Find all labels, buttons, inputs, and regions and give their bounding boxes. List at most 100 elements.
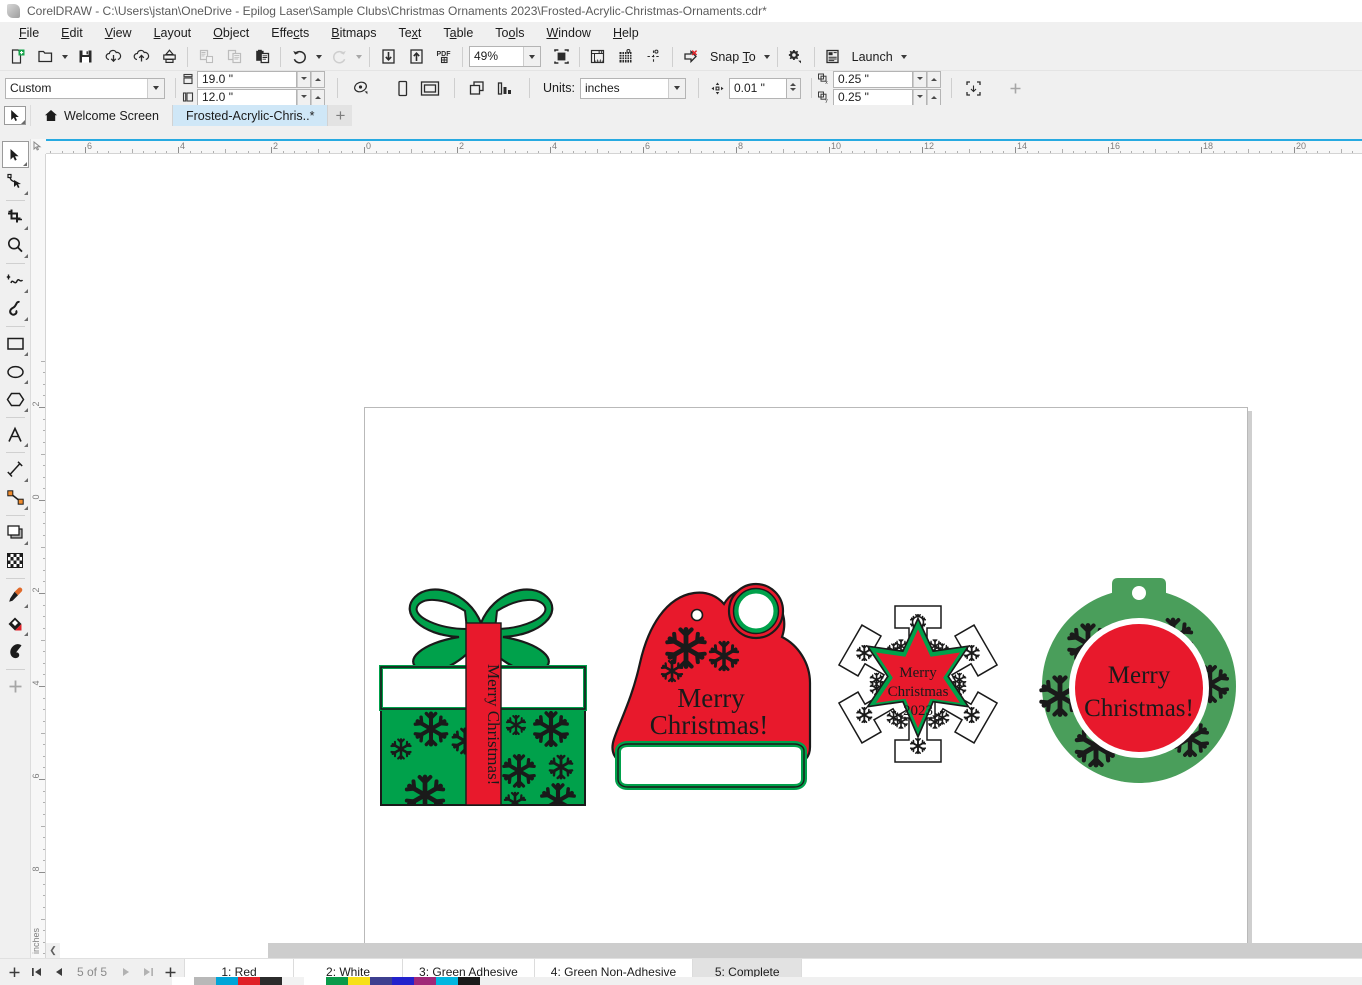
palette-swatch[interactable] <box>392 977 414 985</box>
launch-dropdown[interactable] <box>898 44 910 70</box>
duplicate-x-field[interactable]: 0.25 " <box>832 70 913 88</box>
polygon-tool-flyout-icon[interactable] <box>23 408 28 412</box>
export-arrow-icon[interactable] <box>402 44 430 70</box>
duplicate-y-spin-down[interactable] <box>912 88 927 106</box>
crop-tool[interactable] <box>2 204 29 231</box>
crop-tool-flyout-icon[interactable] <box>23 226 28 230</box>
show-guidelines-icon[interactable] <box>640 44 668 70</box>
zoom-tool-flyout-icon[interactable] <box>23 254 28 258</box>
customize-toolbox[interactable] <box>2 673 29 700</box>
page-width-spin-up[interactable] <box>311 70 325 88</box>
new-document-icon[interactable] <box>3 44 31 70</box>
palette-swatch[interactable] <box>304 977 326 985</box>
page-orientation-icon[interactable] <box>346 75 374 101</box>
add-document-tab[interactable]: + <box>328 105 353 126</box>
copy-icon[interactable] <box>220 44 248 70</box>
duplicate-y-field[interactable]: 0.25 " <box>832 88 913 106</box>
menu-text[interactable]: Text <box>387 24 432 42</box>
palette-swatch[interactable] <box>458 977 480 985</box>
open-document-icon[interactable] <box>31 44 59 70</box>
page-height-spin-down[interactable] <box>297 88 311 106</box>
paste-icon[interactable] <box>248 44 276 70</box>
duplicate-x-spin-down[interactable] <box>912 70 927 88</box>
snap-to-dropdown[interactable] <box>761 44 773 70</box>
connector-tool-flyout-icon[interactable] <box>23 506 28 510</box>
zoom-level-dropdown[interactable] <box>523 47 540 66</box>
palette-swatch[interactable] <box>216 977 238 985</box>
menu-file[interactable]: File <box>8 24 50 42</box>
page-width-spin-down[interactable] <box>297 70 311 88</box>
full-screen-preview-icon[interactable] <box>547 44 575 70</box>
interactive-fill-tool-flyout-icon[interactable] <box>23 632 28 636</box>
palette-swatch[interactable] <box>414 977 436 985</box>
menu-view[interactable]: View <box>94 24 143 42</box>
connector-tool[interactable] <box>2 484 29 511</box>
launch-apps-icon[interactable] <box>819 44 847 70</box>
drawing-canvas[interactable]: Merry Christmas! Merry Christmas! Merry … <box>46 154 1362 943</box>
page-width-field[interactable]: 19.0 " <box>197 70 297 88</box>
santa-hat-ornament[interactable]: Merry Christmas! <box>606 571 816 816</box>
menu-edit[interactable]: Edit <box>50 24 94 42</box>
show-rulers-icon[interactable] <box>584 44 612 70</box>
menu-effects[interactable]: Effects <box>260 24 320 42</box>
parallel-dimension-tool[interactable] <box>2 456 29 483</box>
portrait-icon[interactable] <box>388 75 416 101</box>
units-dropdown[interactable] <box>667 78 685 98</box>
snowflake-ornament[interactable]: Merry Christmas 2023 <box>811 566 1026 806</box>
color-eyedropper-tool-flyout-icon[interactable] <box>23 604 28 608</box>
horizontal-ruler[interactable]: 6 4 2 0 2 4 6 8 10 12 14 16 18 20 <box>31 139 1362 154</box>
horizontal-scrollbar[interactable]: ❮ <box>46 943 1362 958</box>
undo-dropdown[interactable] <box>313 44 325 70</box>
options-gear-icon[interactable] <box>782 44 810 70</box>
import-icon[interactable] <box>99 44 127 70</box>
snap-to-label[interactable]: Snap To <box>705 50 761 64</box>
text-tool[interactable] <box>2 421 29 448</box>
duplicate-y-spin-up[interactable] <box>926 88 941 106</box>
freehand-tool-flyout-icon[interactable] <box>23 289 28 293</box>
snap-off-icon[interactable] <box>677 44 705 70</box>
show-grid-icon[interactable] <box>612 44 640 70</box>
menu-object[interactable]: Object <box>202 24 260 42</box>
vertical-ruler[interactable]: 2 0 2 4 6 8 inches <box>31 154 46 958</box>
undo-icon[interactable] <box>285 44 313 70</box>
launch-label[interactable]: Launch <box>847 50 898 64</box>
print-icon[interactable] <box>155 44 183 70</box>
parallel-dimension-tool-flyout-icon[interactable] <box>23 478 28 482</box>
shape-tool-flyout-icon[interactable] <box>23 191 28 195</box>
palette-swatch[interactable] <box>348 977 370 985</box>
shape-tool[interactable] <box>2 169 29 196</box>
nudge-spinner[interactable] <box>786 77 801 99</box>
ellipse-tool-flyout-icon[interactable] <box>23 380 28 384</box>
smart-fill-tool[interactable] <box>2 638 29 665</box>
polygon-tool[interactable] <box>2 386 29 413</box>
menu-table[interactable]: Table <box>432 24 484 42</box>
page-height-spin-up[interactable] <box>311 88 325 106</box>
page-border-icon[interactable] <box>960 75 988 101</box>
palette-swatch[interactable] <box>436 977 458 985</box>
drop-shadow-tool[interactable] <box>2 519 29 546</box>
current-page-icon[interactable] <box>491 75 519 101</box>
menu-window[interactable]: Window <box>535 24 601 42</box>
palette-swatch[interactable] <box>326 977 348 985</box>
menu-bitmaps[interactable]: Bitmaps <box>320 24 387 42</box>
palette-swatch[interactable] <box>238 977 260 985</box>
artistic-media-tool[interactable] <box>2 295 29 322</box>
transparency-tool[interactable] <box>2 547 29 574</box>
tab-frosted-acrylic-christmas[interactable]: Frosted-Acrylic-Chris..* <box>172 105 329 126</box>
tab-welcome-screen[interactable]: Welcome Screen <box>31 105 173 126</box>
text-tool-flyout-icon[interactable] <box>23 443 28 447</box>
pick-tool[interactable] <box>1 141 29 168</box>
menu-layout[interactable]: Layout <box>143 24 203 42</box>
color-eyedropper-tool[interactable] <box>2 582 29 609</box>
ruler-origin-corner[interactable] <box>31 139 46 154</box>
all-pages-icon[interactable] <box>463 75 491 101</box>
add-control-icon[interactable] <box>1002 75 1030 101</box>
artistic-media-tool-flyout-icon[interactable] <box>23 317 28 321</box>
drop-shadow-tool-flyout-icon[interactable] <box>23 541 28 545</box>
nudge-field[interactable]: 0.01 " <box>728 77 787 99</box>
round-bauble-ornament[interactable]: Merry Christmas! <box>1038 566 1243 791</box>
menu-help[interactable]: Help <box>602 24 650 42</box>
units-combo[interactable]: inches <box>579 77 686 99</box>
import-arrow-icon[interactable] <box>374 44 402 70</box>
menu-tools[interactable]: Tools <box>484 24 535 42</box>
